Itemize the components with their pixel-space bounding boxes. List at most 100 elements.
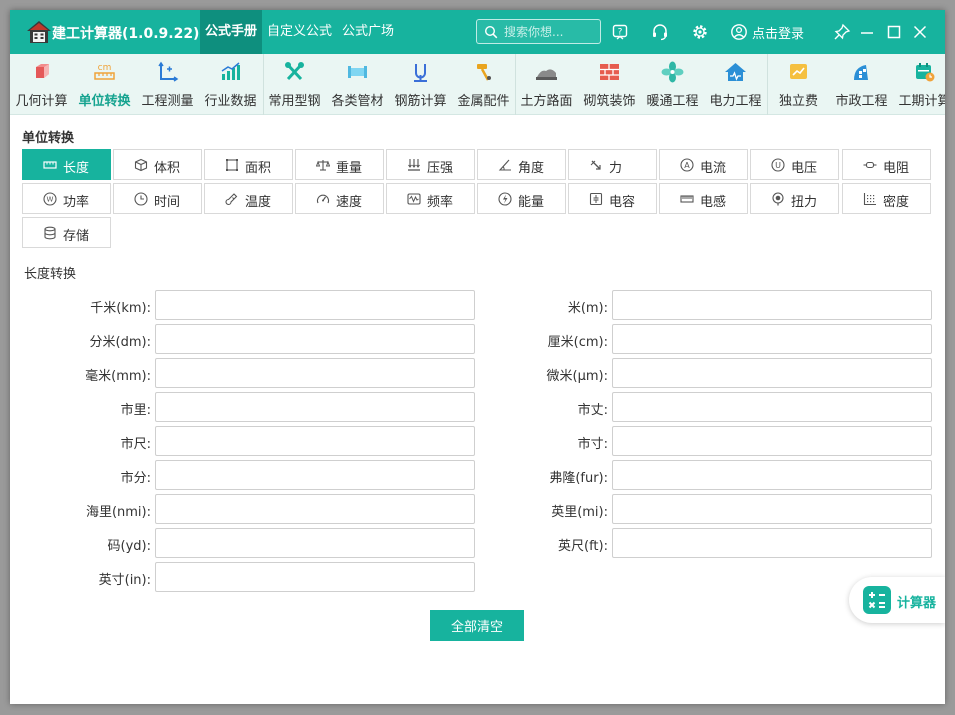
field-label-shizhang: 市丈:	[577, 403, 608, 418]
unit-pressure-label: 压强	[427, 161, 454, 176]
fee-chart-icon	[790, 64, 807, 79]
input-km[interactable]	[155, 290, 475, 320]
input-mi[interactable]	[612, 494, 932, 524]
unit-time-button[interactable]: 时间	[113, 183, 202, 214]
unit-frequency-button[interactable]: 频率	[386, 183, 475, 214]
input-m[interactable]	[612, 290, 932, 320]
pipe-icon	[348, 66, 367, 78]
unit-weight-button[interactable]: 重量	[295, 149, 384, 180]
unit-torque-label: 扭力	[791, 195, 818, 210]
toolbar-rebar[interactable]: 钢筋计算	[389, 54, 452, 115]
watt-icon: W	[43, 192, 57, 206]
toolbar-schedule-label: 工期计算	[898, 94, 945, 109]
toolbar-geometry[interactable]: 几何计算	[10, 54, 73, 115]
brick-icon	[600, 64, 619, 80]
nav-formula-manual[interactable]: 公式手册	[200, 10, 262, 54]
toolbar-steel[interactable]: 常用型钢	[263, 54, 326, 115]
svg-text:?: ?	[618, 28, 623, 38]
unit-inductance-button[interactable]: 电感	[659, 183, 748, 214]
unit-area-button[interactable]: 面积	[204, 149, 293, 180]
minimize-icon[interactable]	[858, 23, 876, 41]
field-label-dm: 分米(dm):	[89, 335, 151, 350]
unit-area-label: 面积	[245, 161, 272, 176]
toolbar-industry-data[interactable]: 行业数据	[199, 54, 262, 115]
calculator-float-button[interactable]: 计算器	[849, 577, 945, 623]
toolbar-municipal[interactable]: 市政工程	[830, 54, 893, 115]
calendar-icon	[916, 63, 935, 82]
calculator-label: 计算器	[897, 596, 937, 611]
unit-speed-button[interactable]: 速度	[295, 183, 384, 214]
toolbar-metal-parts[interactable]: 金属配件	[452, 54, 515, 115]
unit-resistance-button[interactable]: 电阻	[842, 149, 931, 180]
field-label-shili: 市里:	[120, 403, 151, 418]
input-shichi[interactable]	[155, 426, 475, 456]
unit-angle-button[interactable]: 角度	[477, 149, 566, 180]
nav-formula-plaza[interactable]: 公式广场	[342, 10, 394, 54]
input-shifen[interactable]	[155, 460, 475, 490]
input-mm[interactable]	[155, 358, 475, 388]
toolbar-hvac[interactable]: 暖通工程	[641, 54, 704, 115]
unit-energy-label: 能量	[518, 195, 545, 210]
input-cm[interactable]	[612, 324, 932, 354]
clear-all-button[interactable]: 全部清空	[430, 610, 524, 641]
search-input[interactable]	[504, 21, 596, 42]
toolbar-unit-conversion[interactable]: cm 单位转换	[73, 54, 136, 115]
toolbar-power[interactable]: 电力工程	[704, 54, 767, 115]
input-in[interactable]	[155, 562, 475, 592]
toolbar-earthwork[interactable]: 土方路面	[515, 54, 578, 115]
unit-capacitance-button[interactable]: 电容	[568, 183, 657, 214]
unit-energy-button[interactable]: 能量	[477, 183, 566, 214]
input-ft[interactable]	[612, 528, 932, 558]
unit-current-label: 电流	[700, 161, 727, 176]
unit-density-button[interactable]: 密度	[842, 183, 931, 214]
field-label-cm: 厘米(cm):	[547, 335, 608, 350]
nav-custom-formula[interactable]: 自定义公式	[267, 10, 332, 54]
field-label-in: 英寸(in):	[98, 573, 151, 588]
input-yd[interactable]	[155, 528, 475, 558]
search-box[interactable]	[476, 19, 601, 44]
pin-icon[interactable]	[833, 23, 851, 41]
toolbar-independent-fee[interactable]: 独立费	[767, 54, 830, 115]
field-label-m: 米(m):	[567, 301, 608, 316]
input-fur[interactable]	[612, 460, 932, 490]
input-nmi[interactable]	[155, 494, 475, 524]
unit-force-button[interactable]: 力	[568, 149, 657, 180]
toolbar-masonry[interactable]: 砌筑装饰	[578, 54, 641, 115]
maximize-icon[interactable]	[885, 23, 903, 41]
close-icon[interactable]	[911, 23, 929, 41]
help-icon[interactable]: ?	[611, 23, 629, 41]
login-link[interactable]: 点击登录	[752, 23, 804, 42]
unit-temperature-button[interactable]: 温度	[204, 183, 293, 214]
user-icon[interactable]	[730, 23, 748, 41]
toolbar-schedule[interactable]: 工期计算	[893, 54, 945, 115]
angle-icon	[498, 159, 511, 171]
unit-power-button[interactable]: W 功率	[22, 183, 111, 214]
unit-torque-button[interactable]: 扭力	[750, 183, 839, 214]
field-label-um: 微米(μm):	[546, 369, 608, 384]
clock-icon	[134, 192, 148, 206]
input-dm[interactable]	[155, 324, 475, 354]
calculator-icon	[863, 586, 891, 614]
unit-volume-button[interactable]: 体积	[113, 149, 202, 180]
rebar-icon	[414, 64, 427, 82]
toolbar-survey[interactable]: 工程测量	[136, 54, 199, 115]
input-shili[interactable]	[155, 392, 475, 422]
headset-icon[interactable]	[651, 23, 669, 41]
gear-icon[interactable]	[691, 23, 709, 41]
unit-voltage-button[interactable]: U 电压	[750, 149, 839, 180]
unit-storage-button[interactable]: 存储	[22, 217, 111, 248]
input-um[interactable]	[612, 358, 932, 388]
wave-icon	[407, 193, 421, 205]
unit-length-button[interactable]: 长度	[22, 149, 111, 180]
inductor-icon	[680, 195, 694, 203]
input-shicun[interactable]	[612, 426, 932, 456]
toolbar-pipes[interactable]: 各类管材	[326, 54, 389, 115]
road-icon	[536, 69, 557, 80]
field-label-fur: 弗隆(fur):	[549, 471, 608, 486]
unit-frequency-label: 频率	[427, 195, 454, 210]
database-icon	[44, 226, 56, 240]
resistor-icon	[863, 161, 877, 169]
unit-current-button[interactable]: A 电流	[659, 149, 748, 180]
unit-pressure-button[interactable]: 压强	[386, 149, 475, 180]
input-shizhang[interactable]	[612, 392, 932, 422]
